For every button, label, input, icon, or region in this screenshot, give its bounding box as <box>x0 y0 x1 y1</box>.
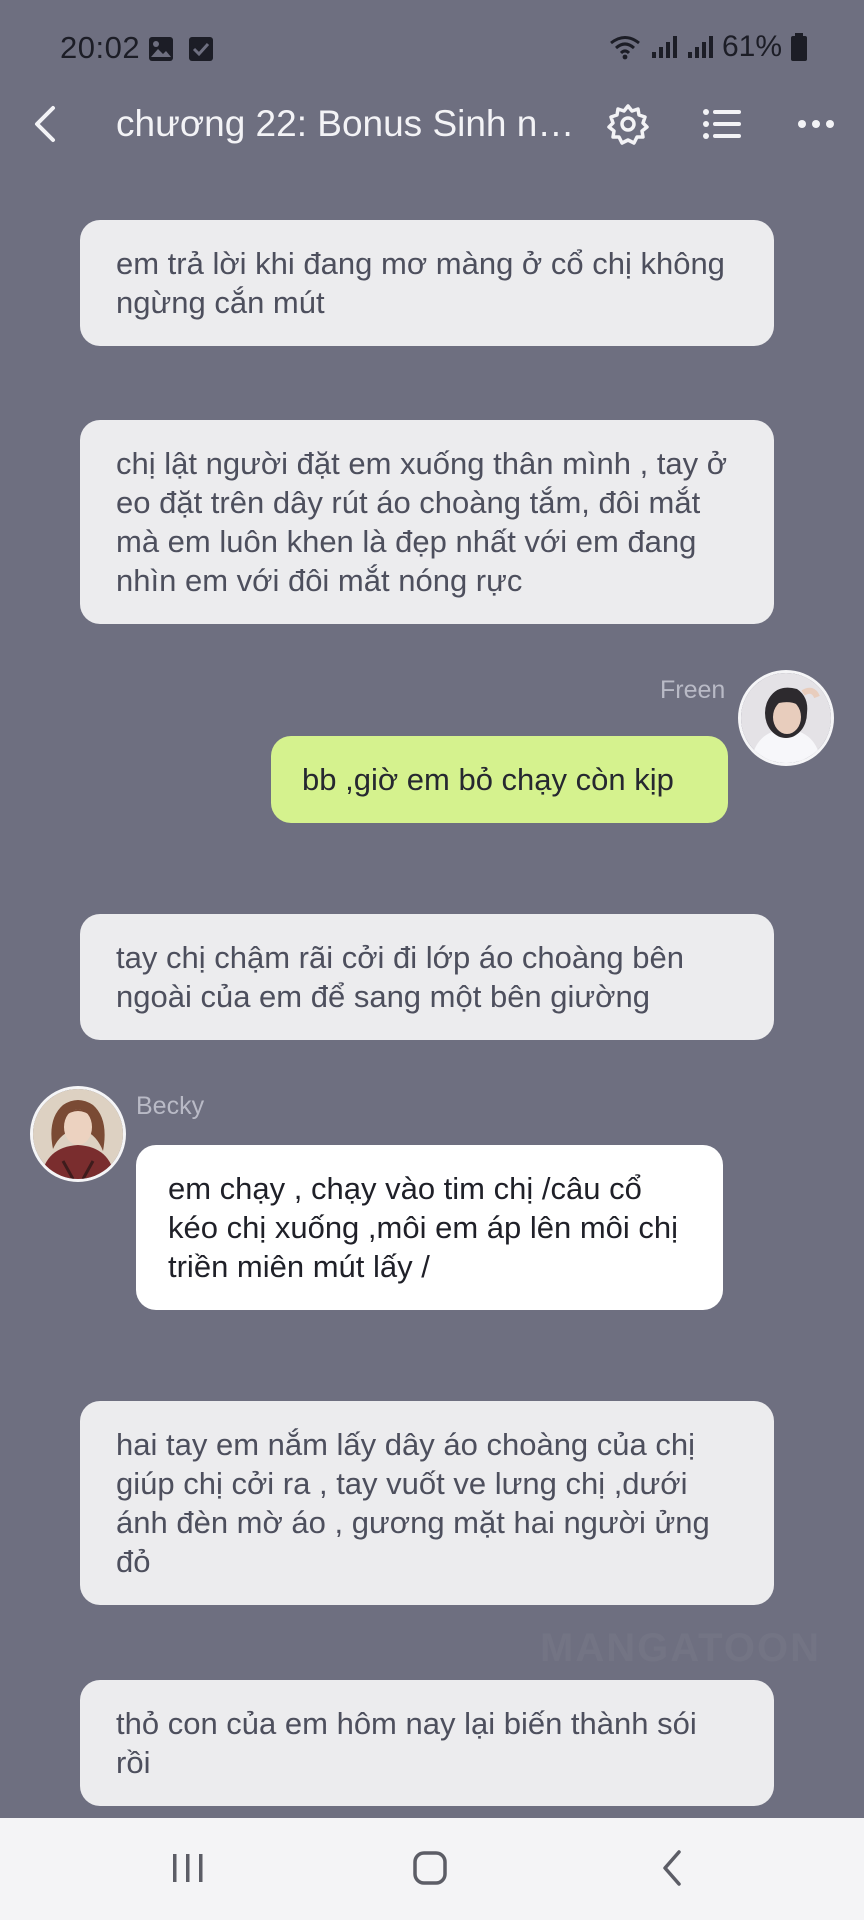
avatar-freen-image <box>741 673 831 763</box>
gear-icon <box>607 104 649 145</box>
status-notification-icons <box>148 36 214 62</box>
reader-toolbar: chương 22: Bonus Sinh nh... <box>0 86 864 164</box>
home-icon <box>413 1851 447 1885</box>
status-bar: 20:02 61% <box>0 0 864 86</box>
recents-button[interactable] <box>148 1838 228 1898</box>
chat-area[interactable]: em trả lời khi đang mơ màng ở cổ chị khô… <box>0 164 864 1818</box>
avatar-becky-image <box>33 1089 123 1179</box>
status-system-icons: 61% <box>608 30 808 64</box>
back-icon <box>663 1850 681 1886</box>
list-icon <box>703 109 741 139</box>
table-of-contents-button[interactable] <box>694 96 750 152</box>
back-button[interactable] <box>18 96 74 152</box>
more-options-button[interactable] <box>788 96 844 152</box>
other-message-bubble: em chạy , chạy vào tim chị /câu cổ kéo c… <box>136 1145 723 1310</box>
watermark: MANGATOON <box>540 1626 821 1670</box>
narration-bubble: tay chị chậm rãi cởi đi lớp áo choàng bê… <box>80 914 774 1040</box>
system-nav-bar <box>0 1818 864 1920</box>
avatar-freen[interactable] <box>738 670 834 766</box>
signal-icon <box>687 36 713 58</box>
battery-percentage: 61% <box>721 30 782 63</box>
battery-icon <box>791 33 807 61</box>
signal-icon <box>651 36 677 58</box>
chapter-title: chương 22: Bonus Sinh nh... <box>116 103 580 144</box>
settings-button[interactable] <box>600 96 656 152</box>
recents-icon <box>173 1854 203 1882</box>
avatar-becky[interactable] <box>30 1086 126 1182</box>
narration-bubble: chị lật người đặt em xuống thân mình , t… <box>80 420 774 624</box>
status-time: 20:02 <box>60 30 141 65</box>
checkbox-icon <box>189 37 213 61</box>
narration-bubble: thỏ con của em hôm nay lại biến thành só… <box>80 1680 774 1806</box>
image-icon <box>149 37 173 61</box>
narration-bubble: em trả lời khi đang mơ màng ở cổ chị khô… <box>80 220 774 346</box>
sender-name-freen: Freen <box>660 676 726 704</box>
nav-back-button[interactable] <box>632 1838 712 1898</box>
home-button[interactable] <box>390 1838 470 1898</box>
chevron-left-icon <box>35 106 55 142</box>
sender-name-becky: Becky <box>136 1092 205 1120</box>
more-icon <box>798 120 834 128</box>
user-message-bubble: bb ,giờ em bỏ chạy còn kịp <box>271 736 728 823</box>
wifi-icon <box>610 36 640 60</box>
narration-bubble: hai tay em nắm lấy dây áo choàng của chị… <box>80 1401 774 1605</box>
